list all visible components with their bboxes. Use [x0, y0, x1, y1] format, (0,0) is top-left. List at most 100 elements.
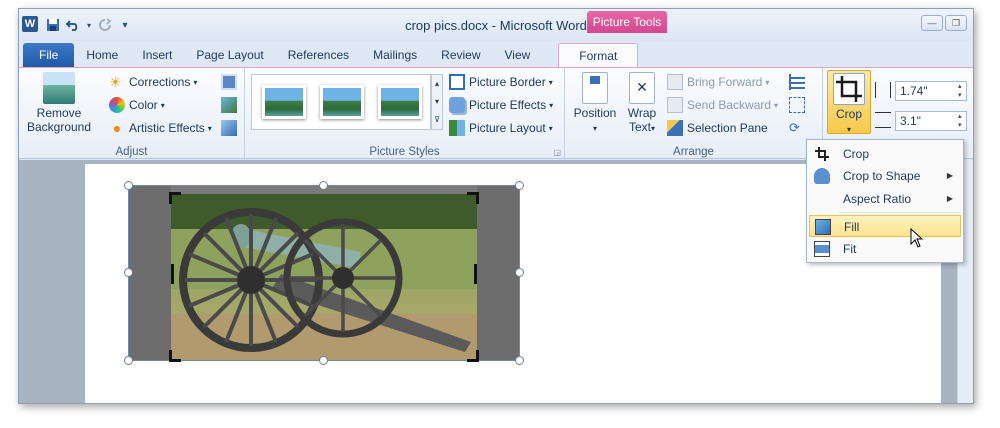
- crop-handle-right[interactable]: [474, 264, 477, 284]
- shape-width-icon: [875, 112, 891, 128]
- tab-insert[interactable]: Insert: [130, 43, 184, 67]
- crop-button[interactable]: Crop ▾: [827, 70, 871, 134]
- picture-style-thumb-1[interactable]: [262, 85, 306, 119]
- mouse-pointer-icon: [910, 228, 924, 248]
- bring-forward-button[interactable]: Bring Forward ▾: [667, 72, 769, 92]
- tab-page-layout[interactable]: Page Layout: [184, 43, 275, 67]
- chevron-down-icon: ▾: [846, 125, 851, 134]
- crop-handle-top-left[interactable]: [169, 192, 181, 204]
- cropped-area-right: [477, 186, 519, 360]
- bring-forward-icon: [667, 74, 683, 90]
- picture-crop-region[interactable]: [124, 181, 524, 365]
- resize-handle-top-left[interactable]: [124, 181, 133, 190]
- remove-background-button[interactable]: Remove Background: [23, 72, 95, 134]
- group-arrange: Position ▾ ✕ Wrap Text▾ Bring Forward ▾ Sen…: [565, 68, 823, 160]
- resize-handle-right[interactable]: [515, 268, 524, 277]
- send-backward-label: Send Backward: [687, 98, 772, 112]
- menu-item-crop-to-shape-label: Crop to Shape: [843, 169, 921, 183]
- send-backward-icon: [667, 97, 683, 113]
- resize-handle-bottom-left[interactable]: [124, 356, 133, 365]
- picture-styles-gallery: [251, 74, 431, 130]
- resize-handle-top[interactable]: [319, 181, 328, 190]
- restore-button[interactable]: ❐: [945, 15, 967, 31]
- artistic-effects-button[interactable]: ● Artistic Effects ▾: [109, 118, 212, 138]
- selection-pane-button[interactable]: Selection Pane: [667, 118, 768, 138]
- picture-layout-icon: [449, 120, 465, 136]
- shape-width-input[interactable]: 3.1": [895, 111, 967, 131]
- crop-handle-bottom-left[interactable]: [169, 350, 181, 362]
- crop-handle-top-right[interactable]: [467, 192, 479, 204]
- corrections-icon: ☀: [109, 74, 122, 90]
- crop-handle-bottom-right[interactable]: [467, 350, 479, 362]
- color-label: Color: [129, 98, 158, 112]
- resize-handle-bottom[interactable]: [319, 356, 328, 365]
- chevron-right-icon: ▶: [946, 171, 953, 180]
- resize-handle-bottom-right[interactable]: [515, 356, 524, 365]
- resize-handle-top-right[interactable]: [515, 181, 524, 190]
- selection-pane-icon: [667, 120, 683, 136]
- menu-item-crop-label: Crop: [843, 147, 870, 161]
- tab-format[interactable]: Format: [558, 43, 639, 67]
- resize-handle-left[interactable]: [124, 268, 133, 277]
- picture-layout-label: Picture Layout: [469, 121, 546, 135]
- menu-item-crop[interactable]: Crop: [809, 143, 961, 165]
- remove-background-icon: [43, 72, 75, 104]
- wrap-label-2: Text: [628, 120, 651, 134]
- color-button[interactable]: Color ▾: [109, 95, 165, 115]
- picture-effects-icon: [449, 97, 465, 113]
- picture-border-icon: [449, 74, 465, 90]
- reset-picture-icon[interactable]: [221, 120, 237, 136]
- send-backward-button[interactable]: Send Backward ▾: [667, 95, 778, 115]
- menu-item-fit[interactable]: Fit: [809, 238, 961, 260]
- window-controls: — ❐: [919, 15, 967, 31]
- menu-item-fill[interactable]: Fill: [809, 215, 961, 237]
- minimize-button[interactable]: —: [921, 15, 943, 31]
- artistic-effects-label: Artistic Effects: [129, 121, 205, 135]
- chevron-down-icon: ▾: [193, 77, 198, 87]
- picture-effects-label: Picture Effects: [469, 98, 547, 112]
- gallery-scroll[interactable]: ▴ ▾ ⊽: [431, 74, 443, 130]
- corrections-button[interactable]: ☀ Corrections ▾: [109, 72, 197, 92]
- cannon-photo[interactable]: [171, 194, 477, 360]
- artistic-effects-icon: ●: [112, 120, 122, 136]
- picture-layout-button[interactable]: Picture Layout ▾: [449, 118, 553, 138]
- group-picture-styles: ▴ ▾ ⊽ Picture Border ▾ Picture Effects ▾ Pic…: [245, 68, 565, 160]
- tab-mailings[interactable]: Mailings: [361, 43, 429, 67]
- menu-item-aspect-ratio[interactable]: Aspect Ratio ▶: [809, 188, 961, 210]
- ribbon-tabs: File Home Insert Page Layout References …: [19, 41, 973, 67]
- align-icon[interactable]: [789, 74, 805, 90]
- picture-border-button[interactable]: Picture Border ▾: [449, 72, 553, 92]
- group-objects-icon[interactable]: [789, 97, 805, 113]
- remove-background-label: Remove Background: [26, 106, 92, 134]
- chevron-down-icon: ▾: [548, 123, 553, 133]
- chevron-down-icon: ▾: [765, 77, 770, 87]
- crop-icon: [833, 73, 865, 105]
- shape-height-input[interactable]: 1.74": [895, 81, 967, 101]
- shape-height-icon: [875, 82, 891, 98]
- rotate-icon[interactable]: ⟳: [789, 120, 805, 136]
- crop-label: Crop: [835, 107, 862, 121]
- wrap-text-button[interactable]: ✕ Wrap Text▾: [621, 72, 663, 136]
- tab-file[interactable]: File: [23, 43, 75, 67]
- group-adjust: Remove Background ☀ Corrections ▾ Color ▾ …: [19, 68, 245, 160]
- crop-handle-left[interactable]: [171, 264, 174, 284]
- tab-view[interactable]: View: [493, 43, 543, 67]
- menu-item-crop-to-shape[interactable]: Crop to Shape ▶: [809, 165, 961, 187]
- crop-icon: [814, 146, 830, 162]
- position-button[interactable]: Position ▾: [569, 72, 621, 136]
- title-bar: W ▾ ▾ crop pics.docx - Microsoft Word Pi…: [19, 9, 973, 41]
- tab-references[interactable]: References: [276, 43, 361, 67]
- picture-effects-button[interactable]: Picture Effects ▾: [449, 95, 553, 115]
- color-icon: [109, 97, 125, 113]
- chevron-down-icon: ▾: [548, 77, 553, 87]
- dialog-launcher-icon[interactable]: ◲: [553, 148, 561, 157]
- cropped-area-left: [129, 186, 171, 360]
- change-picture-icon[interactable]: [221, 97, 237, 113]
- corrections-label: Corrections: [129, 75, 191, 89]
- group-arrange-label: Arrange: [673, 146, 714, 158]
- picture-style-thumb-3[interactable]: [378, 85, 422, 119]
- tab-review[interactable]: Review: [429, 43, 492, 67]
- tab-home[interactable]: Home: [74, 43, 130, 67]
- picture-style-thumb-2[interactable]: [320, 85, 364, 119]
- compress-pictures-icon[interactable]: [221, 74, 237, 90]
